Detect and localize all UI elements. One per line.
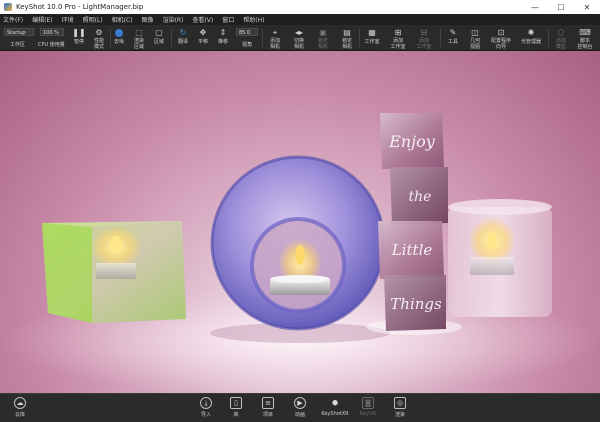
keyshotxr-cube-icon: ⬢ (331, 399, 339, 407)
rendered-scene: Enjoy the Little Things (0, 113, 600, 393)
cpu-usage-label: CPU 使用量 (38, 42, 65, 48)
view-angle-label: 视角 (242, 42, 253, 48)
studio-button[interactable]: ▦ 工作室 (359, 26, 385, 50)
render-viewport[interactable]: Enjoy the Little Things (0, 51, 600, 393)
menu-image[interactable]: 图像 (142, 15, 154, 24)
keyvr-headset-icon: ◙ (362, 397, 374, 409)
workspace-select[interactable]: Startup (4, 28, 34, 36)
keyshotxr-button[interactable]: ⬢ KeyShotXR (318, 396, 352, 421)
switch-camera-button[interactable]: ◂▸ 切换 相机 (286, 26, 312, 50)
menu-edit[interactable]: 编辑(E) (32, 15, 52, 24)
render-camera-icon: ◎ (394, 397, 406, 409)
ribbon-toolbar: Startup 工作区 100 % CPU 使用量 ❚❚ 暂停 ⚙ 性能 模式 … (0, 25, 600, 51)
render-region-icon: ⬚ (135, 27, 143, 37)
title-bar: KeyShot 10.0 Pro - LightManager.bip — ☐ … (0, 0, 600, 14)
library-button[interactable]: ▯ 库 (222, 396, 250, 421)
menu-file[interactable]: 文件(F) (3, 15, 23, 24)
workspace-label: 工作区 (10, 42, 26, 48)
dolly-button[interactable]: ⇕ 推移 (210, 26, 236, 50)
performance-mode-icon: ⚙ (95, 27, 103, 37)
camera-add-icon: ⌖ (272, 27, 278, 37)
add-model-button[interactable]: ⬡ 添加 模型 (548, 26, 574, 50)
project-list-icon: ≡ (262, 397, 274, 409)
lock-camera-button[interactable]: ▣ 锁定 相机 (310, 26, 336, 50)
light-manager-icon: ✺ (527, 28, 535, 37)
light-manager-button[interactable]: ✺ 光管理器 (516, 26, 546, 50)
script-console-button[interactable]: ⌨ 脚本 控制台 (572, 26, 598, 50)
close-button[interactable]: ✕ (574, 0, 600, 14)
import-icon: ⤓ (200, 397, 212, 409)
menu-help[interactable]: 帮助(H) (243, 15, 264, 24)
view-angle-field[interactable]: 85.0 (236, 28, 258, 36)
animation-button[interactable]: ▶ 动画 (286, 396, 314, 421)
camera-lock-icon: ▣ (319, 27, 327, 37)
menu-lighting[interactable]: 照明(L) (83, 15, 103, 24)
menu-window[interactable]: 窗口 (222, 15, 234, 24)
denoise-icon (114, 28, 124, 38)
maximize-button[interactable]: ☐ (548, 0, 574, 14)
rotate-icon: ↻ (179, 28, 187, 37)
model-add-icon: ⬡ (557, 27, 565, 37)
menu-render[interactable]: 渲染(R) (163, 15, 184, 24)
geometry-view-button[interactable]: ◫ 几何 视图 (462, 26, 488, 50)
frosted-glass-candle-holder (448, 199, 552, 317)
green-glass-candle-holder (42, 221, 186, 323)
bottom-dock: ☁ 云库 ⤓ 导入 ▯ 库 ≡ 项目 ▶ 动画 ⬢ KeyShotXR ◙ Ke… (0, 393, 600, 422)
menu-camera[interactable]: 相机(C) (112, 15, 133, 24)
window-title: KeyShot 10.0 Pro - LightManager.bip (16, 3, 144, 11)
menu-environment[interactable]: 环境 (62, 15, 74, 24)
menu-view[interactable]: 查看(V) (192, 15, 213, 24)
camera-switch-icon: ◂▸ (294, 27, 304, 37)
library-book-icon: ▯ (230, 397, 242, 409)
script-console-icon: ⌨ (579, 27, 591, 37)
cpu-usage-field[interactable]: 100 % (40, 28, 64, 36)
import-button[interactable]: ⤓ 导入 (192, 396, 220, 421)
unlock-camera-button[interactable]: ▤ 锁定 相机 (334, 26, 360, 50)
animation-play-icon: ▶ (294, 397, 306, 409)
add-camera-button[interactable]: ⌖ 添加 相机 (262, 26, 288, 50)
minimize-button[interactable]: — (522, 0, 548, 14)
studio-icon: ▦ (368, 28, 376, 37)
cube-text-the: the (409, 189, 432, 205)
dolly-icon: ⇕ (219, 28, 227, 37)
studio-add-icon: ⊞ (394, 27, 402, 37)
region-icon: ▢ (155, 28, 163, 37)
render-button[interactable]: ◎ 渲染 (386, 396, 414, 421)
pause-icon: ❚❚ (72, 28, 86, 37)
configurator-icon: ⊡ (497, 27, 505, 37)
cloud-icon: ☁ (14, 397, 26, 409)
studio-toggle-button[interactable]: ⊟ 添加 工作室 (411, 26, 437, 50)
configurator-wizard-button[interactable]: ⊡ 配置程序 向导 (486, 26, 516, 50)
cube-text-enjoy: Enjoy (388, 132, 436, 151)
project-button[interactable]: ≡ 项目 (254, 396, 282, 421)
pan-icon: ✥ (199, 28, 207, 37)
cloud-library-button[interactable]: ☁ 云库 (6, 396, 34, 421)
geometry-view-icon: ◫ (471, 27, 479, 37)
cube-text-little: Little (391, 241, 433, 259)
region-button[interactable]: ▢ 区域 (146, 26, 172, 50)
tools-icon: ✎ (449, 28, 457, 37)
camera-unlock-icon: ▤ (343, 27, 351, 37)
studio-toggle-icon: ⊟ (420, 27, 428, 37)
cube-text-things: Things (390, 295, 442, 313)
keyvr-button[interactable]: ◙ KeyVR (354, 396, 382, 421)
menu-bar: 文件(F) 编辑(E) 环境 照明(L) 相机(C) 图像 渲染(R) 查看(V… (0, 14, 600, 25)
keyshot-logo-icon (4, 3, 12, 11)
add-studio-button[interactable]: ⊞ 添加 工作室 (385, 26, 411, 50)
